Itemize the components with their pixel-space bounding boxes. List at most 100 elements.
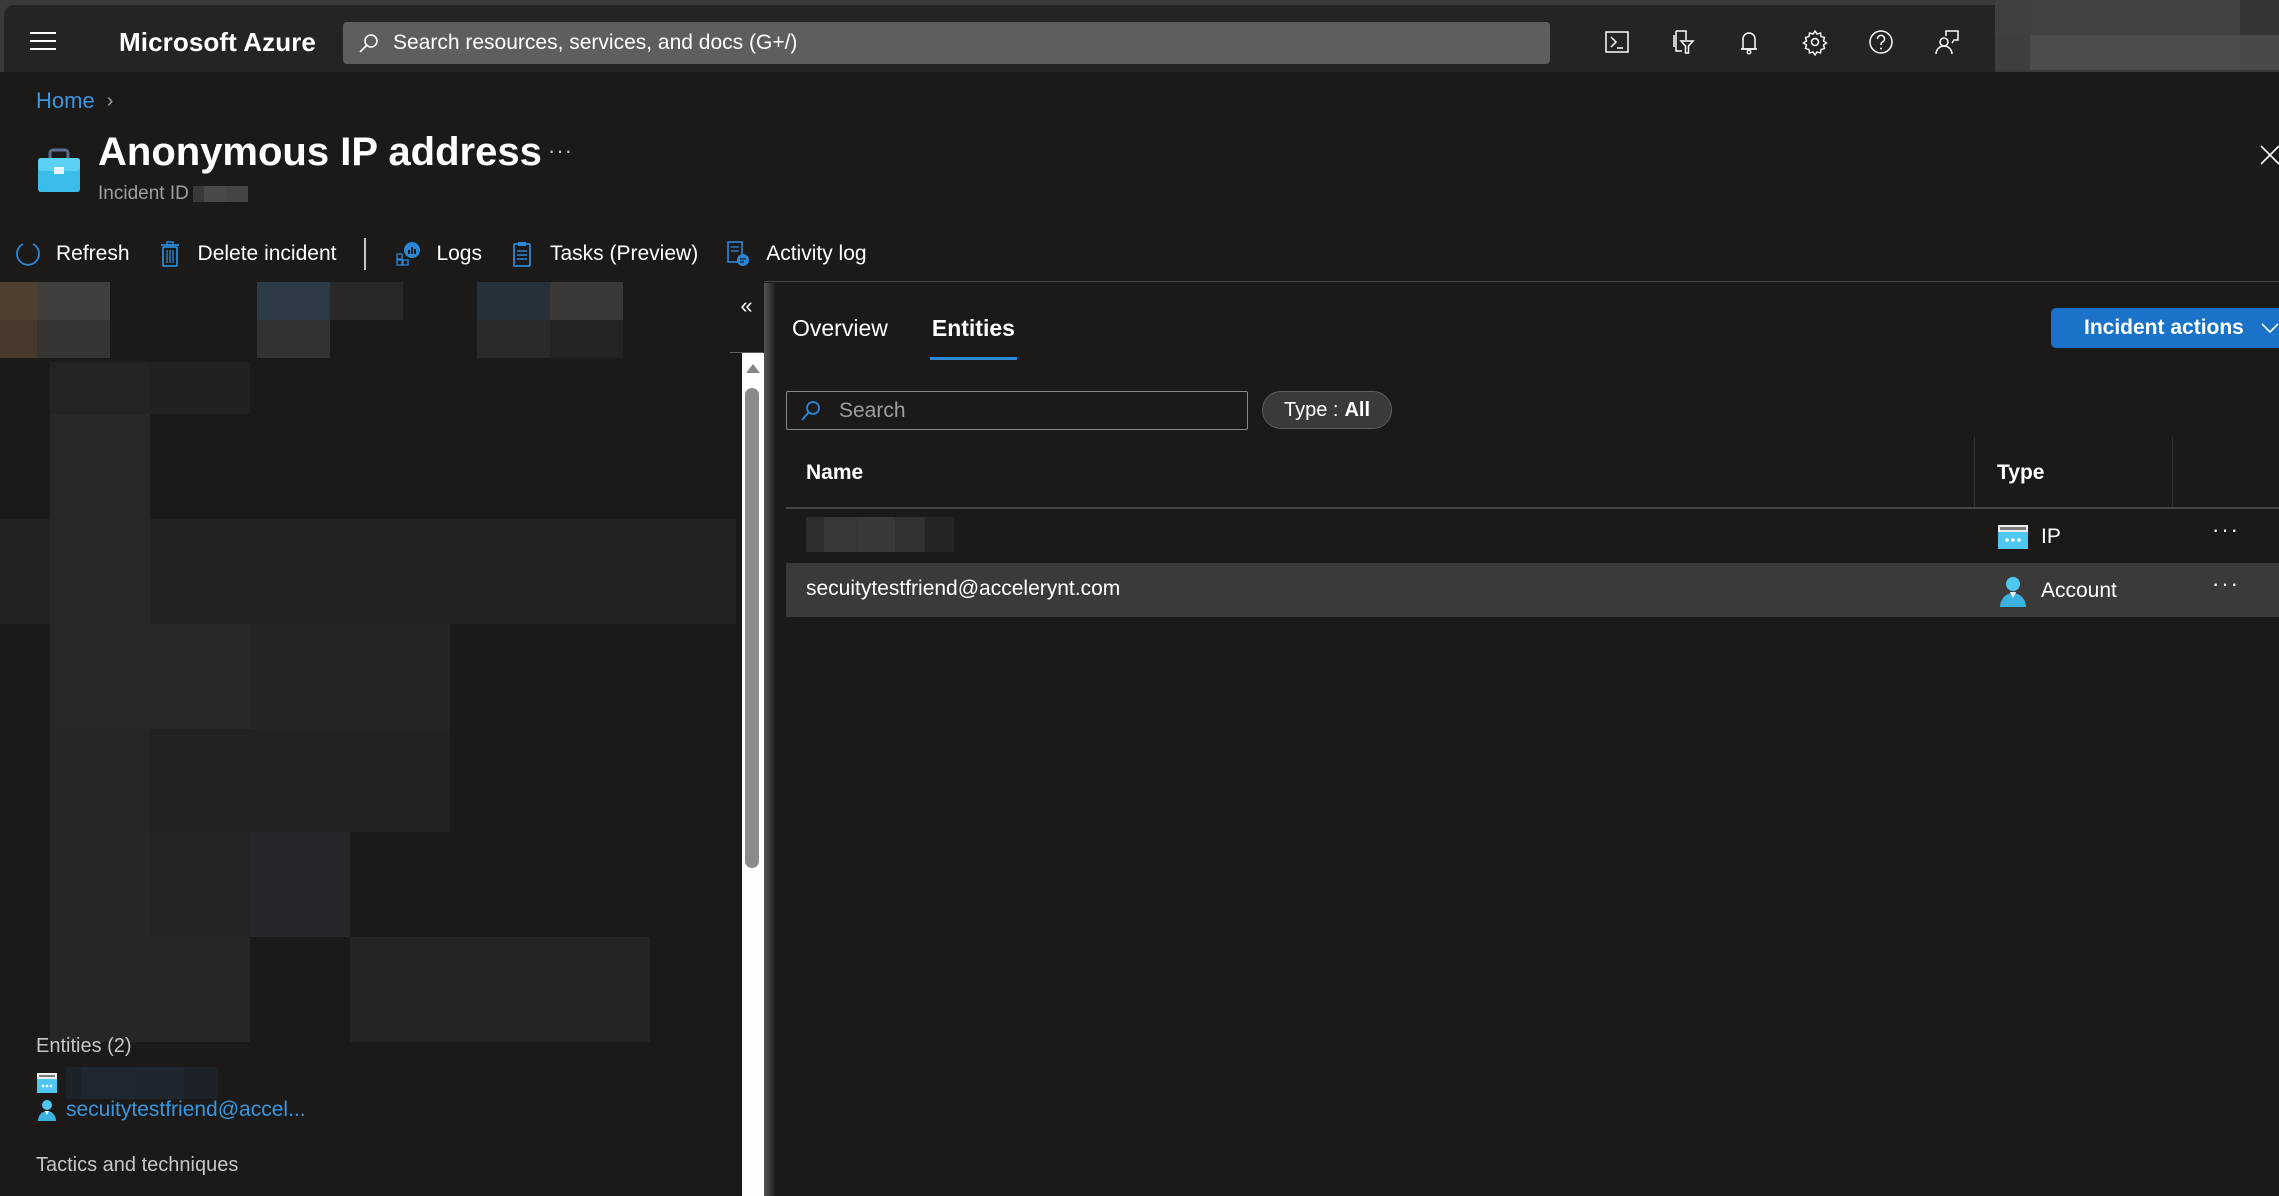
cell-type: Account: [1997, 575, 2117, 607]
cell-type-label: Account: [2041, 579, 2117, 602]
incident-id: Incident ID: [98, 183, 248, 205]
details-tabs: Overview Entities: [792, 315, 1059, 360]
top-bar: Microsoft Azure Search resources, servic…: [0, 0, 2279, 72]
redacted-block: [0, 282, 37, 320]
tab-overview[interactable]: Overview: [792, 315, 888, 354]
logs-icon: [396, 242, 421, 266]
scroll-up-arrow-icon[interactable]: [746, 364, 760, 373]
entity-ip-value-redacted: [66, 1067, 218, 1099]
ip-entity-icon: [1998, 525, 2028, 549]
column-header-name[interactable]: Name: [806, 461, 863, 485]
pane-shadow: [764, 283, 776, 1196]
entities-search-box[interactable]: [786, 391, 1248, 430]
account-entity-icon: [38, 1100, 56, 1121]
header-divider: [764, 281, 2279, 282]
incident-id-label: Incident ID: [98, 183, 189, 204]
incident-briefcase-icon: [38, 148, 80, 192]
entity-ip-item[interactable]: [36, 1067, 218, 1099]
redacted-block: [50, 832, 150, 937]
redacted-block: [150, 832, 250, 937]
tab-entities[interactable]: Entities: [929, 315, 1018, 360]
help-icon[interactable]: [1848, 23, 1914, 61]
close-icon[interactable]: [2259, 144, 2279, 166]
refresh-label: Refresh: [56, 242, 130, 265]
page-title: Anonymous IP address: [98, 130, 542, 174]
ip-entity-icon: [37, 1073, 57, 1093]
cell-name: secuitytestfriend@accelerynt.com: [806, 577, 1121, 600]
redacted-block: [50, 937, 250, 1042]
type-filter-value: All: [1344, 398, 1371, 421]
redacted-block: [50, 414, 150, 519]
redacted-block: [257, 320, 330, 358]
tactics-section-title: Tactics and techniques: [36, 1154, 239, 1176]
cell-type: IP: [1997, 521, 2061, 553]
redacted-block: [50, 362, 150, 414]
redacted-block: [50, 519, 150, 624]
top-icons: [1584, 23, 1980, 61]
column-header-type[interactable]: Type: [1997, 461, 2044, 485]
feedback-icon[interactable]: [1914, 23, 1980, 61]
refresh-button[interactable]: Refresh: [14, 240, 130, 268]
entity-account-item[interactable]: secuitytestfriend@accel...: [36, 1098, 306, 1122]
activity-log-icon: [727, 241, 750, 266]
table-row[interactable]: secuitytestfriend@accelerynt.com Account…: [786, 563, 2279, 617]
row-more-options-icon[interactable]: ···: [2212, 571, 2240, 597]
type-filter-pill[interactable]: Type : All: [1262, 391, 1392, 429]
scrollbar-thumb[interactable]: [745, 388, 759, 868]
delete-incident-label: Delete incident: [197, 242, 337, 265]
cell-type-label: IP: [2041, 525, 2061, 548]
column-divider[interactable]: [2172, 437, 2173, 507]
redacted-block: [550, 320, 623, 358]
table-header: Name Type: [786, 437, 2279, 509]
entity-account-link[interactable]: secuitytestfriend@accel...: [66, 1098, 306, 1122]
entities-search-input[interactable]: [839, 398, 1219, 423]
cloud-shell-icon[interactable]: [1584, 23, 1650, 61]
redacted-account-area[interactable]: [1995, 0, 2279, 70]
clipboard-icon: [513, 242, 531, 267]
global-search-box[interactable]: Search resources, services, and docs (G+…: [343, 22, 1550, 64]
tasks-button[interactable]: Tasks (Preview): [508, 240, 698, 268]
logs-label: Logs: [436, 242, 482, 265]
delete-incident-button[interactable]: Delete incident: [156, 240, 337, 268]
redacted-block: [330, 282, 403, 320]
type-filter-label: Type :: [1283, 398, 1339, 421]
incident-actions-label: Incident actions: [2084, 316, 2244, 339]
directory-filter-icon[interactable]: [1650, 23, 1716, 61]
redacted-block: [550, 282, 623, 320]
breadcrumb-chevron-icon: ›: [106, 89, 114, 112]
redacted-block: [50, 729, 150, 832]
command-bar: Refresh Delete incident Logs Tasks (Prev…: [14, 236, 893, 272]
breadcrumb-home[interactable]: Home: [36, 88, 95, 114]
breadcrumb: Home ›: [36, 88, 113, 114]
toolbar-separator: [364, 238, 367, 270]
entities-table: Name Type IP ··· secuitytestfriend@accel…: [786, 437, 2279, 617]
table-row[interactable]: IP ···: [786, 509, 2279, 563]
search-icon: [801, 400, 820, 421]
incident-details-pane: Entities (2) secuitytestfriend@accel... …: [0, 282, 736, 1196]
activity-log-label: Activity log: [766, 242, 867, 265]
redacted-block: [150, 362, 250, 414]
chevron-down-icon: [2261, 323, 2279, 334]
cell-name-redacted: [806, 517, 954, 558]
collapse-pane-button[interactable]: «: [730, 283, 763, 353]
row-more-options-icon[interactable]: ···: [2212, 517, 2240, 543]
activity-log-button[interactable]: Activity log: [724, 240, 867, 268]
redacted-block: [37, 282, 110, 320]
redacted-block: [350, 937, 650, 1042]
incident-actions-button[interactable]: Incident actions: [2051, 308, 2279, 348]
global-search-placeholder: Search resources, services, and docs (G+…: [393, 31, 798, 54]
brand-title[interactable]: Microsoft Azure: [119, 27, 316, 58]
logs-button[interactable]: Logs: [394, 240, 482, 268]
redacted-block: [477, 282, 550, 320]
trash-icon: [160, 241, 179, 267]
redacted-ip-value: [806, 517, 954, 552]
redacted-block: [0, 320, 37, 358]
notifications-icon[interactable]: [1716, 23, 1782, 61]
top-bar-inner: Microsoft Azure Search resources, servic…: [4, 5, 1995, 72]
settings-icon[interactable]: [1782, 23, 1848, 61]
redacted-block: [250, 832, 350, 937]
redacted-block: [257, 282, 330, 320]
more-options-icon[interactable]: ···: [548, 138, 573, 164]
column-divider[interactable]: [1974, 437, 1975, 507]
menu-icon[interactable]: [30, 32, 56, 50]
